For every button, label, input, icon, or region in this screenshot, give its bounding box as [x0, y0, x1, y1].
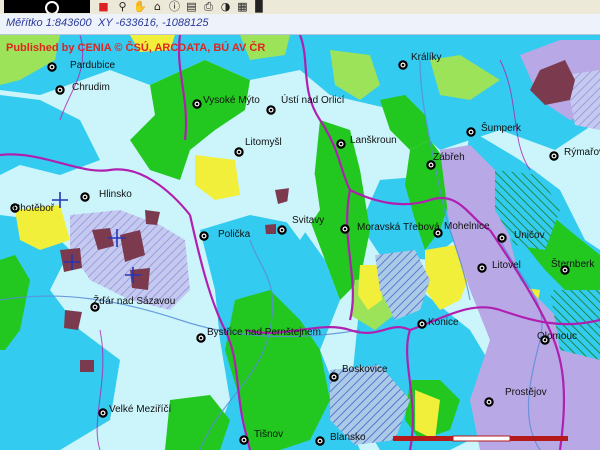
city-label: Hlinsko [99, 189, 132, 200]
city-marker-core [552, 154, 556, 158]
city-marker-core [195, 102, 199, 106]
info-icon[interactable]: ⓘ [168, 0, 181, 13]
home-icon[interactable]: ⌂ [151, 0, 164, 13]
identify-icon[interactable]: ◑ [219, 0, 232, 13]
city-label: Bystřice nad Pernštejnem [207, 327, 321, 338]
attribution-text: Published by CENIA © ČSÚ, ARCDATA, BÚ AV… [6, 41, 265, 54]
city-label: Moravská Třebová [357, 222, 440, 233]
city-label: Boskovice [342, 364, 388, 375]
city-label: Svitavy [292, 215, 324, 226]
layer-icon[interactable]: ■ [97, 0, 110, 13]
city-label: Uničov [514, 230, 545, 241]
city-label: Chrudim [72, 82, 110, 93]
city-marker-core [199, 336, 203, 340]
city-marker-core [469, 130, 473, 134]
city-label: Zábřeh [433, 152, 465, 163]
export-icon[interactable]: ▉ [253, 0, 266, 13]
city-label: Blansko [330, 432, 366, 443]
city-label: Šumperk [481, 121, 522, 134]
city-marker-core [332, 375, 336, 379]
scale-readout: Měřítko 1:843600 [6, 17, 92, 29]
city-label: Lanškroun [350, 135, 397, 146]
city-marker-core [269, 108, 273, 112]
city-marker-core [436, 231, 440, 235]
city-marker-core [339, 142, 343, 146]
city-label: Pardubice [70, 60, 115, 71]
city-label: Konice [428, 317, 459, 328]
city-label: Žďár nad Sázavou [93, 294, 175, 307]
map-view[interactable]: Published by CENIA © ČSÚ, ARCDATA, BÚ AV… [0, 35, 600, 450]
city-marker-core [50, 65, 54, 69]
city-label: Velké Meziříčí [109, 404, 171, 415]
city-marker-core [401, 63, 405, 67]
scale-bar [393, 435, 568, 442]
print-icon[interactable]: ⎙ [202, 0, 215, 13]
city-label: Králíky [411, 52, 442, 63]
city-marker-core [101, 411, 105, 415]
status-bar: Měřítko 1:843600 XY -633616, -1088125 [0, 14, 600, 35]
map-canvas[interactable]: Published by CENIA © ČSÚ, ARCDATA, BÚ AV… [0, 35, 600, 450]
logo-icon [4, 0, 90, 15]
city-chotebor[interactable]: Chotěboř [10, 203, 55, 214]
city-marker-core [280, 228, 284, 232]
city-marker-core [500, 236, 504, 240]
toolbar: ■ ⚲ ✋ ⌂ ⓘ ▤ ⎙ ◑ ▦ ▉ [0, 0, 600, 15]
city-marker-core [83, 195, 87, 199]
city-label: Litomyšl [245, 137, 282, 148]
city-marker-core [242, 438, 246, 442]
city-marker-core [429, 163, 433, 167]
city-label: Chotěboř [13, 203, 55, 214]
city-moravska-trebova[interactable]: Moravská Třebová [340, 222, 440, 234]
city-marker-core [420, 322, 424, 326]
city-label: Litovel [492, 260, 521, 271]
city-vysoke-myto[interactable]: Vysoké Mýto [192, 95, 260, 109]
city-marker-core [487, 400, 491, 404]
zoom-icon[interactable]: ⚲ [116, 0, 129, 13]
city-label: Tišnov [254, 429, 283, 440]
legend-icon[interactable]: ▤ [185, 0, 198, 13]
city-label: Vysoké Mýto [203, 95, 260, 106]
zoom-extent-icon[interactable]: ▦ [236, 0, 249, 13]
city-marker-core [343, 227, 347, 231]
pan-icon[interactable]: ✋ [133, 0, 147, 13]
city-marker-core [318, 439, 322, 443]
city-marker-core [202, 234, 206, 238]
city-olomouc[interactable]: Olomouc [537, 331, 577, 345]
city-label: Rýmařov [564, 147, 600, 158]
city-velke-mezirici[interactable]: Velké Meziříčí [98, 404, 171, 418]
city-marker-core [480, 266, 484, 270]
city-label: Šternberk [551, 257, 595, 270]
city-marker-core [237, 150, 241, 154]
city-label: Prostějov [505, 387, 547, 398]
city-marker-core [58, 88, 62, 92]
coordinate-readout: XY -633616, -1088125 [98, 17, 209, 29]
city-label: Mohelnice [444, 221, 490, 232]
city-label: Ústí nad Orlicí [281, 93, 345, 106]
city-label: Olomouc [537, 331, 577, 342]
city-label: Polička [218, 229, 251, 240]
